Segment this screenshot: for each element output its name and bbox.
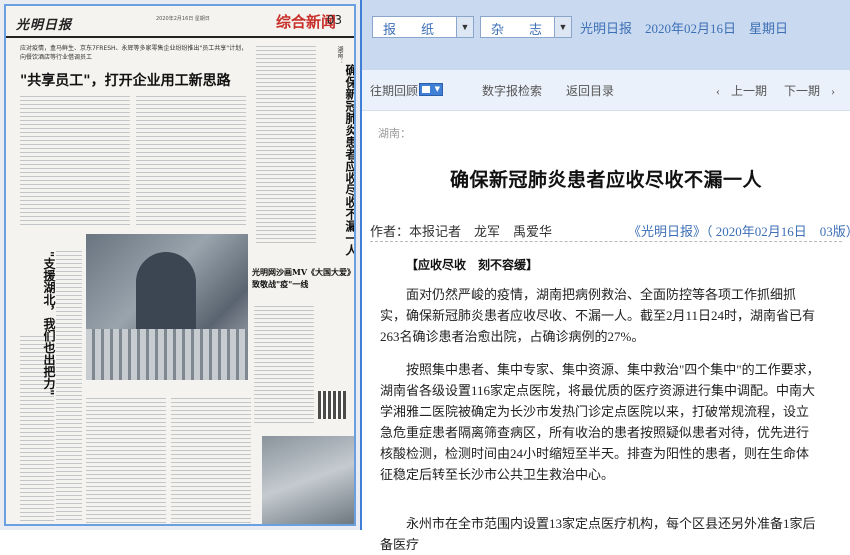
article-subheading: 【应收尽收 刻不容缓】 [406, 258, 539, 272]
divider [370, 241, 842, 242]
article-column[interactable] [86, 398, 166, 523]
article-paragraph: 面对仍然严峻的疫情，湖南把病例救治、全面防控等各项工作抓细抓实，确保新冠肺炎患者… [380, 287, 816, 344]
paper-type-value: 报 纸 [383, 22, 441, 37]
chevron-down-icon[interactable]: ▼ [554, 17, 571, 37]
right-article-title-link[interactable]: 确保新冠肺炎患者应收尽收不漏一人 [336, 64, 354, 256]
chevron-down-icon: ▼ [434, 85, 440, 93]
article-reader-panel: 报 纸 ▼ 杂 志 ▼ 光明日报 2020年02月16日 星期日 往期回顾 ▼ … [362, 0, 850, 552]
article-column[interactable] [20, 96, 130, 226]
article-byline: 作者：本报记者 龙军 禹爱华 [370, 224, 553, 239]
newspaper-headline-link[interactable]: "共享员工"，打开企业用工新思路 [20, 70, 231, 90]
back-to-contents-link[interactable]: 返回目录 [566, 82, 614, 99]
article-column[interactable] [136, 96, 246, 226]
chevron-left-icon: ‹ [716, 84, 720, 98]
top-toolbar: 报 纸 ▼ 杂 志 ▼ 光明日报 2020年02月16日 星期日 [362, 0, 850, 70]
article-title: 确保新冠肺炎患者应收尽收不漏一人 [449, 169, 762, 191]
chevron-right-icon: › [831, 84, 836, 98]
article-paragraph: 永州市在全市范围内设置13家定点医疗机构，每个区县还另外准备1家后备医疗 [380, 516, 816, 552]
history-link[interactable]: 往期回顾 [370, 82, 418, 99]
magazine-select[interactable]: 杂 志 ▼ [480, 16, 572, 38]
prev-issue-link[interactable]: ‹ 上一期 [716, 82, 767, 99]
paper-type-select[interactable]: 报 纸 ▼ [372, 16, 474, 38]
newspaper-masthead: 光明日报 2020年2月16日 星期日 综合新闻 03 [6, 6, 354, 38]
workbench [86, 329, 248, 380]
prev-issue-label: 上一期 [731, 84, 768, 98]
newspaper-page-number: 03 [326, 13, 342, 27]
newspaper-page-frame[interactable]: 光明日报 2020年2月16日 星期日 综合新闻 03 应对疫情，盒马鲜生、京东… [4, 4, 356, 526]
article-paragraph: 按照集中患者、集中专家、集中资源、集中救治"四个集中"的工作要求，湖南省各级设置… [380, 362, 820, 482]
article-column[interactable] [254, 306, 314, 426]
edition-title: 光明日报 2020年02月16日 星期日 [580, 21, 789, 36]
newspaper-page-preview[interactable]: 光明日报 2020年2月16日 星期日 综合新闻 03 应对疫情，盒马鲜生、京东… [0, 0, 362, 530]
history-dropdown[interactable]: ▼ [419, 83, 443, 96]
magazine-value: 杂 志 [491, 22, 549, 37]
mv-article-title-link[interactable]: 光明网沙画MV《大国大爱》致敬战"疫"一线 [252, 266, 352, 290]
newspaper-deck: 应对疫情，盒马鲜生、京东7FRESH、永辉等多家零售企业纷纷推出"员工共享"计划… [20, 45, 248, 61]
newspaper-logo: 光明日报 [16, 18, 73, 33]
calendar-icon [422, 86, 430, 93]
article-content: 湖南： 确保新冠肺炎患者应收尽收不漏一人 作者：本报记者 龙军 禹爱华 《光明日… [362, 111, 850, 552]
next-issue-label: 下一期 [784, 84, 821, 98]
chevron-down-icon[interactable]: ▼ [456, 17, 473, 37]
qr-code-icon [318, 391, 346, 419]
article-column[interactable] [56, 251, 82, 521]
news-photo-worker[interactable] [86, 234, 248, 380]
article-column[interactable] [171, 398, 251, 523]
article-location-tag: 湖南： [378, 128, 411, 140]
news-photo-hospital[interactable] [262, 436, 354, 524]
left-article-title-link[interactable]: "支援湖北，我们也出把力" [20, 251, 56, 396]
article-column[interactable] [256, 46, 316, 246]
navigation-bar: 往期回顾 ▼ 数字报检索 返回目录 ‹ 上一期 下一期 › [362, 70, 850, 111]
article-source: 《光明日报》（ 2020年02月16日 03版） [628, 224, 850, 239]
digital-search-link[interactable]: 数字报检索 [482, 82, 542, 99]
right-article-label: 湖南： [336, 46, 343, 64]
newspaper-date: 2020年2月16日 星期日 [156, 16, 210, 22]
next-issue-link[interactable]: 下一期 › [784, 82, 835, 99]
